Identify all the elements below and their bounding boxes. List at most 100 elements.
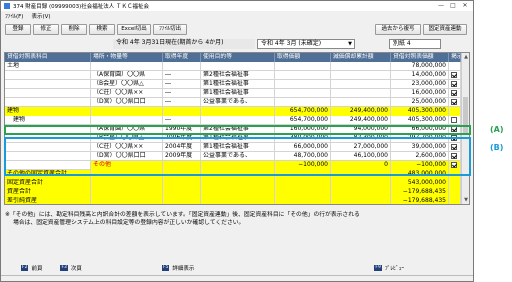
table-header: 貸借対照表科目 場所・物量等 取得年度 使用目的等 取得価額 減価償却累計額 貸借対照表価額… [5,53,461,62]
table-row[interactable]: 資産合計 −179,688,435 [5,188,461,197]
column-header-account[interactable]: 貸借対照表科目 [5,53,91,62]
table-row[interactable]: （A保育園）〇〇県 ― 第2種社会福祉事 14,000,000 [5,71,461,80]
display-checkbox-cell[interactable] [449,98,461,107]
table-row[interactable]: 土地 78,000,000 [5,62,461,71]
fkey-preview[interactable]: F9 ﾌﾟﾚﾋﾞｭｰ [374,264,404,272]
app-icon [4,3,10,9]
delete-button[interactable]: 削除 [61,24,87,35]
display-checkbox-cell[interactable] [449,116,461,125]
cell-depreciation [331,98,391,107]
cell-year: ― [163,80,201,89]
search-button[interactable]: 検索 [89,24,115,35]
cell-purpose [201,62,275,71]
cell-purpose: 第2種社会福祉事 [201,71,275,80]
cell-account: 固定資産合計 [5,179,91,188]
column-header-display[interactable]: 掲示 [449,53,461,62]
table-row[interactable]: 固定資産合計 543,000,000 [5,179,461,188]
format-select[interactable]: 別紙 4 [389,39,441,49]
scroll-down-icon[interactable]: ▼ [462,196,469,204]
fixed-asset-link-button[interactable]: 固定資産連動 [423,24,467,35]
cell-location: （B会星）〇〇県△ [91,80,163,89]
scroll-up-icon[interactable]: ▲ [462,53,469,61]
function-key-bar: F2 前頁 F3 次頁 F5 詳細表示 F9 ﾌﾟﾚﾋﾞｭｰ [1,262,473,274]
annotation-label-a: (A) [490,125,504,134]
display-checkbox-cell[interactable] [449,71,461,80]
table-row[interactable]: （B会星）〇〇県△ ― 第1種社会福祉事 23,000,000 [5,80,461,89]
cell-book-value: 14,000,000 [391,71,449,80]
cell-year [163,107,201,116]
column-header-book-value[interactable]: 貸借対照表価額 [391,53,449,62]
title-bar: 374 財産目録 (09999003)社会福祉法人 ＴＫＣ福祉会 — □ ✕ [1,1,473,11]
cell-account [5,89,91,98]
cell-year: ― [163,116,201,125]
cell-depreciation [331,80,391,89]
table-row[interactable]: 建物 654,700,000 249,400,000 405,300,000 [5,107,461,116]
file-export-button[interactable]: ﾌｧｲﾙ切出 [153,24,187,35]
fkey-prev-page[interactable]: F2 前頁 [21,264,42,272]
cell-depreciation [331,62,391,71]
column-header-depreciation[interactable]: 減価償却累計額 [331,53,391,62]
footnote: ※「その他」には、勘定科目残高と内訳合計の差額を表示しています。「固定資産連動」… [5,211,471,227]
copy-from-past-button[interactable]: 過去から複写 [375,24,421,35]
display-checkbox[interactable] [451,90,457,96]
menu-bar: ﾌｧｲﾙ(F) 表示(V) [1,11,473,21]
cell-cost [275,62,331,71]
display-checkbox[interactable] [451,117,457,123]
cell-purpose [201,107,275,116]
display-checkbox[interactable] [451,72,457,78]
excel-export-button[interactable]: Excel切出 [117,24,151,35]
cell-location [91,62,163,71]
footnote-line-2: 場合は、固定資産管理システム上の科目設定等の登録内容が正しいか確認してください。 [13,220,245,226]
cell-book-value: −179,688,435 [391,188,449,197]
menu-file[interactable]: ﾌｧｲﾙ(F) [5,12,23,20]
cell-year: ― [163,89,201,98]
modify-button[interactable]: 修正 [33,24,59,35]
cell-location [91,116,163,125]
cell-account: 土地 [5,62,91,71]
cell-location [91,197,163,204]
cell-book-value: 25,000,000 [391,98,449,107]
cell-location [91,179,163,188]
cell-book-value: 405,300,000 [391,107,449,116]
table-row[interactable]: 差引純資産 −179,688,435 [5,197,461,204]
cell-cost: 654,700,000 [275,116,331,125]
cell-cost [275,179,331,188]
display-checkbox-cell [449,107,461,116]
cell-depreciation [331,89,391,98]
chevron-down-icon[interactable]: ▼ [348,40,352,48]
menu-view[interactable]: 表示(V) [31,12,50,20]
fkey-detail-view[interactable]: F5 詳細表示 [161,264,194,272]
display-checkbox[interactable] [451,81,457,87]
column-header-purpose[interactable]: 使用目的等 [201,53,275,62]
register-button[interactable]: 登録 [5,24,31,35]
cell-year: ― [163,71,201,80]
cell-depreciation [331,71,391,80]
display-checkbox-cell[interactable] [449,89,461,98]
fkey-next-page[interactable]: F3 次頁 [60,264,82,272]
column-header-location[interactable]: 場所・物量等 [91,53,163,62]
column-header-cost[interactable]: 取得価額 [275,53,331,62]
display-checkbox-cell [449,62,461,71]
cell-cost: 654,700,000 [275,107,331,116]
fiscal-period-value: 令和 4年 3月 (未確定) [261,40,322,47]
cell-purpose [201,197,275,204]
column-header-year[interactable]: 取得年度 [163,53,201,62]
display-checkbox-cell [449,179,461,188]
cell-book-value: 78,000,000 [391,62,449,71]
table-row[interactable]: 建物 ― 654,700,000 249,400,000 405,300,000 [5,116,461,125]
cell-depreciation [331,197,391,204]
cell-book-value: 16,000,000 [391,89,449,98]
cell-book-value: 405,300,000 [391,116,449,125]
display-checkbox-cell[interactable] [449,80,461,89]
maximize-icon[interactable]: □ [447,1,459,10]
minimize-icon[interactable]: — [435,1,447,10]
table-row[interactable]: （D宮）〇〇県口口 ― 公益事業である、 25,000,000 [5,98,461,107]
display-checkbox-cell [449,197,461,204]
table-row[interactable]: （C荘）〇〇県×× ― 第1種社会福祉事 16,000,000 [5,89,461,98]
cell-location: （A保育園）〇〇県 [91,71,163,80]
annotation-box-a [4,125,471,135]
cell-location [91,188,163,197]
fiscal-period-select[interactable]: 令和 4年 3月 (未確定) ▼ [257,39,355,49]
display-checkbox[interactable] [451,99,457,105]
close-icon[interactable]: ✕ [459,1,471,10]
